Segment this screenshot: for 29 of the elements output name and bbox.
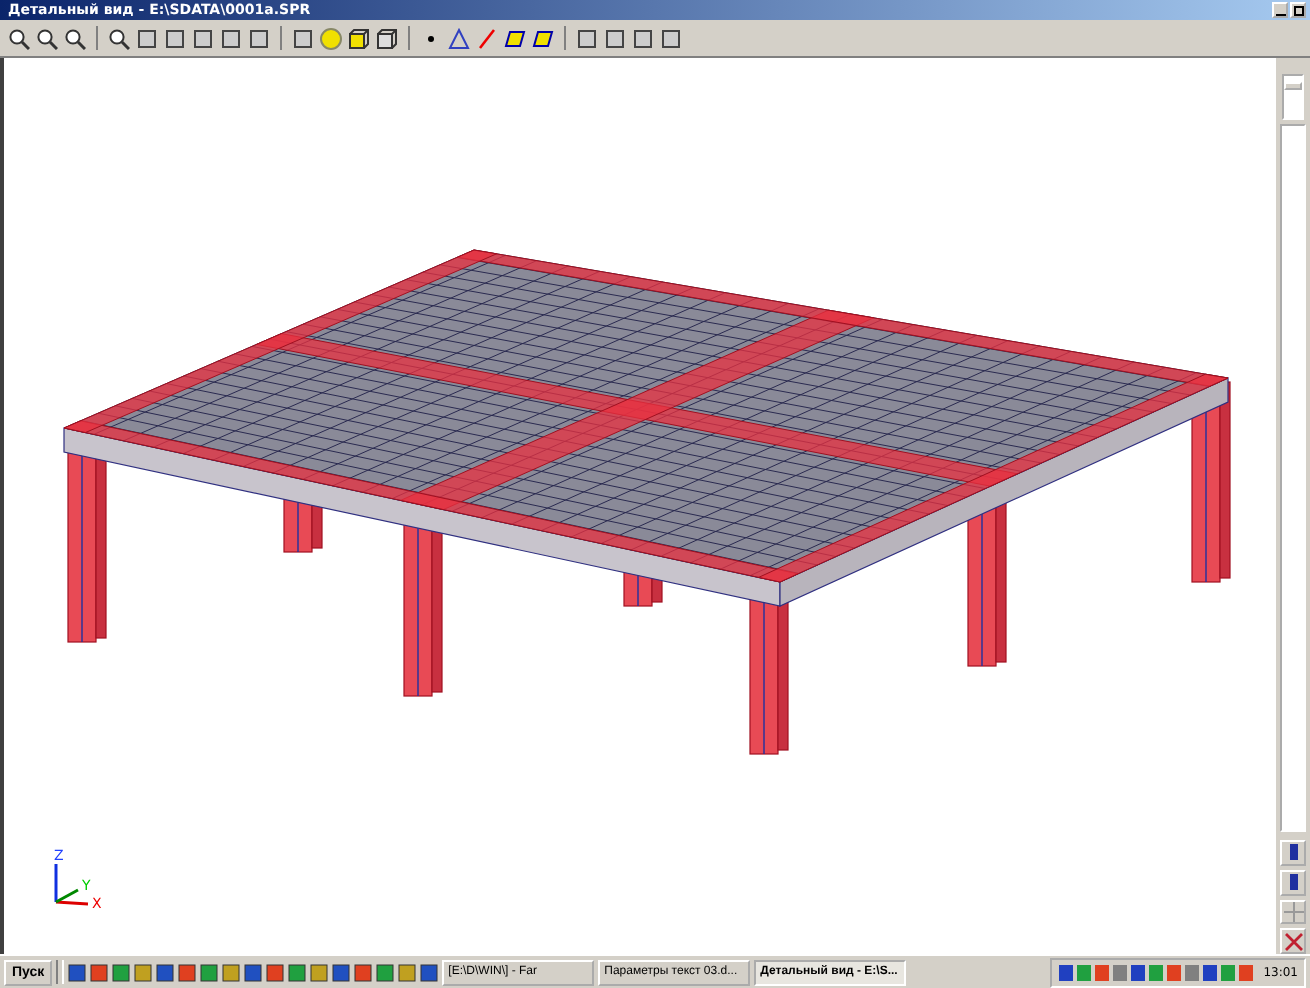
zoom-in-icon <box>8 27 30 49</box>
cube-button[interactable] <box>346 25 372 51</box>
box-icon <box>376 27 398 49</box>
zoom-window-icon <box>108 27 130 49</box>
box-button[interactable] <box>374 25 400 51</box>
line-icon <box>476 27 498 49</box>
maximize-button[interactable] <box>1290 2 1306 18</box>
zoom-fit-icon <box>64 27 86 49</box>
zoom-out-button[interactable] <box>34 25 60 51</box>
vertical-scrollbar[interactable] <box>1280 124 1306 833</box>
sphere-icon <box>320 27 342 49</box>
zoom-in-button[interactable] <box>6 25 32 51</box>
zoom-fit-button[interactable] <box>62 25 88 51</box>
plane-icon <box>504 27 526 49</box>
plane-button[interactable] <box>502 25 528 51</box>
axis-triad-icon <box>54 864 89 906</box>
shape-button[interactable] <box>530 25 556 51</box>
triangle-icon <box>448 27 470 49</box>
cube-icon <box>348 27 370 49</box>
triangle-button[interactable] <box>446 25 472 51</box>
zoom-out-icon <box>36 27 58 49</box>
delete-button[interactable] <box>1280 928 1306 954</box>
maximize-icon <box>1293 5 1303 15</box>
shape-icon <box>532 27 554 49</box>
cross-icon <box>1283 931 1303 952</box>
slider-thumb[interactable] <box>1284 82 1302 91</box>
minimize-button[interactable] <box>1272 2 1288 18</box>
zoom-window-button[interactable] <box>106 25 132 51</box>
cross-icon <box>1283 901 1303 922</box>
